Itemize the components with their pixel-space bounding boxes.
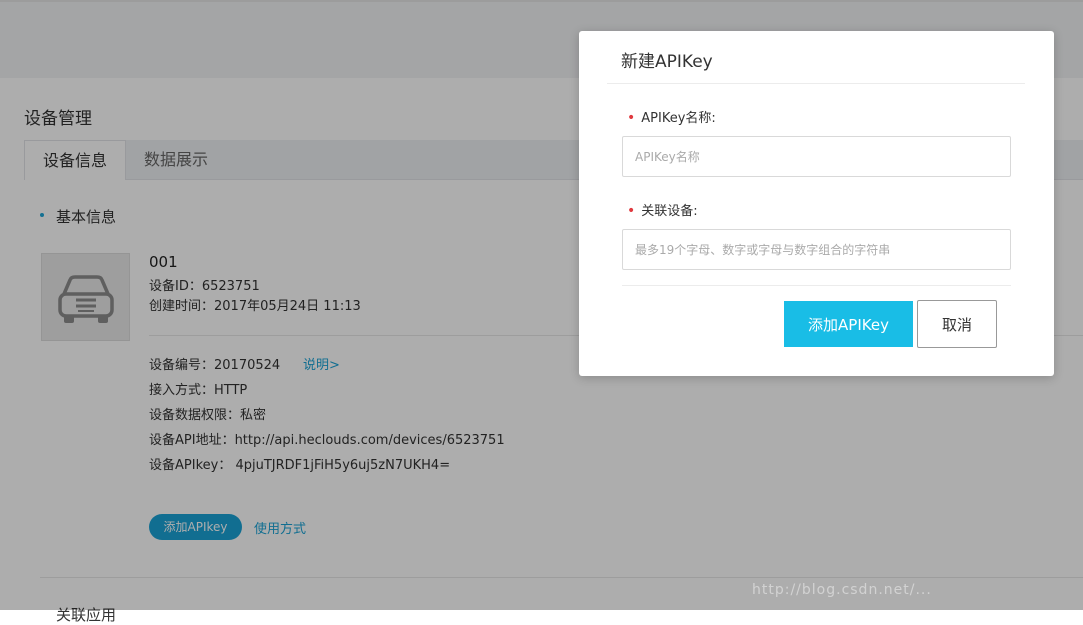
related-device-label-text: 关联设备:: [641, 204, 698, 219]
dialog-footer-divider: [622, 285, 1011, 286]
watermark: http://blog.csdn.net/...: [752, 582, 932, 598]
new-apikey-dialog: 新建APIKey • APIKey名称: • 关联设备: 添加APIKey 取消: [579, 31, 1054, 376]
dialog-header-divider: [607, 83, 1025, 84]
related-device-label: • 关联设备:: [627, 200, 698, 219]
apikey-name-label-text: APIKey名称:: [641, 111, 716, 126]
cancel-button[interactable]: 取消: [917, 300, 997, 348]
apikey-name-label: • APIKey名称:: [627, 107, 716, 126]
confirm-add-apikey-button[interactable]: 添加APIKey: [784, 301, 913, 347]
related-device-input[interactable]: [622, 229, 1011, 270]
dialog-title: 新建APIKey: [621, 52, 713, 72]
required-marker: •: [627, 203, 636, 219]
required-marker: •: [627, 110, 636, 126]
apikey-name-input[interactable]: [622, 136, 1011, 177]
